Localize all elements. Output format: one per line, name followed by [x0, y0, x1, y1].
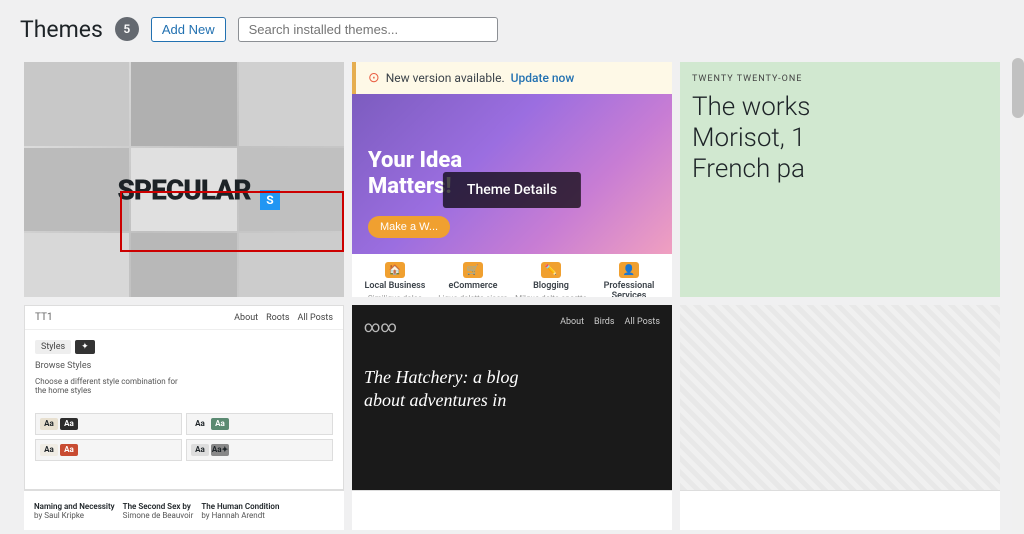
astra-icon-label-1: Local Business	[365, 281, 426, 291]
specular-cell	[24, 62, 129, 146]
tt1-sample-box: Aa	[60, 418, 78, 430]
tt1-header: TT1 About Roots All Posts	[25, 306, 343, 330]
theme-card-blank	[680, 305, 1000, 530]
hatchery-nav-birds: Birds	[594, 317, 614, 327]
twentyone-preview: TWENTY TWENTY-ONE The worksMorisot, 1Fre…	[680, 62, 1000, 297]
tt1-sample-row: Aa Aa	[191, 418, 328, 430]
tt1-styles-bar: Styles ✦	[35, 340, 333, 354]
astra-icon-label-4: Professional Services	[590, 281, 668, 297]
specular-cell	[131, 62, 236, 146]
tt1-post-title-2: The Second Sex by	[123, 502, 194, 511]
specular-s-badge: S	[260, 190, 280, 210]
twentyone-badge: TWENTY TWENTY-ONE	[692, 74, 988, 84]
tt1-post-author-2: Simone de Beauvoir	[123, 511, 194, 520]
theme-card-specular: SPECULAR S Active: Specular Customize	[24, 62, 344, 297]
tt1-sample-row: Aa Aa	[40, 444, 177, 456]
hatchery-nav-allposts: All Posts	[625, 317, 660, 327]
page-header: Themes 5 Add New	[0, 0, 1024, 58]
blogging-icon: ✏️	[541, 262, 561, 278]
astra-icon-label-3: Blogging	[533, 281, 569, 291]
tt1-post-2: The Second Sex by Simone de Beauvoir	[123, 502, 194, 520]
tt1-nav-roots: Roots	[266, 313, 289, 323]
astra-update-link[interactable]: Update now	[511, 71, 575, 85]
scrollbar-track[interactable]	[1012, 58, 1024, 534]
specular-cell	[239, 62, 344, 146]
tt1-theme-footer: Naming and Necessity by Saul Kripke The …	[24, 490, 344, 530]
tt1-styles-label: Browse Styles	[35, 360, 333, 373]
astra-icon-blogging: ✏️ Blogging Milque dolto sportte cc	[512, 262, 590, 297]
tt1-nav: About Roots All Posts	[234, 313, 333, 323]
ecommerce-icon: 🛒	[463, 262, 483, 278]
specular-cell	[24, 148, 129, 232]
tt1-desc-text: Choose a different style combination for…	[35, 377, 333, 395]
hatchery-footer	[352, 490, 672, 530]
specular-cell	[239, 233, 344, 297]
astra-icons-row: 🏠 Local Business Similique dolec dolore …	[352, 254, 672, 297]
astra-icon-label-2: eCommerce	[449, 281, 498, 291]
blank-footer	[680, 490, 1000, 530]
tt1-sample-box: Aa	[191, 444, 209, 456]
update-icon: ⊙	[368, 70, 380, 86]
tt1-sample-2: Aa Aa	[186, 413, 333, 435]
tt1-sample-box: Aa✦	[211, 444, 229, 456]
blank-preview	[680, 305, 1000, 490]
tt1-sample-box: Aa	[60, 444, 78, 456]
tt1-content: Styles ✦ Browse Styles Choose a differen…	[25, 330, 343, 405]
search-input[interactable]	[238, 17, 498, 42]
tt1-posts: Naming and Necessity by Saul Kripke The …	[34, 502, 279, 520]
tt1-preview: TT1 About Roots All Posts Styles ✦ Brows…	[24, 305, 344, 490]
tt1-nav-about: About	[234, 313, 258, 323]
specular-cell	[239, 148, 344, 232]
theme-card-astra: ⊙ New version available. Update now Your…	[352, 62, 672, 297]
theme-details-overlay[interactable]: Theme Details	[443, 172, 581, 208]
theme-card-tt1: TT1 About Roots All Posts Styles ✦ Brows…	[24, 305, 344, 530]
tt1-sample-box: Aa	[211, 418, 229, 430]
professional-icon: 👤	[619, 262, 639, 278]
tt1-samples-grid: Aa Aa Aa Aa Aa Aa	[25, 405, 343, 469]
tt1-style-tag: Styles	[35, 340, 71, 354]
theme-count-badge: 5	[115, 17, 139, 41]
astra-icon-local-business: 🏠 Local Business Similique dolec dolore	[356, 262, 434, 297]
hatchery-preview-text: The Hatchery: a blogabout adventures in	[364, 366, 660, 413]
tt1-post-author-1: by Saul Kripke	[34, 511, 115, 520]
twentyone-preview-text: The worksMorisot, 1French pa	[692, 92, 988, 186]
hatchery-nav: About Birds All Posts	[560, 317, 660, 327]
astra-icon-professional: 👤 Professional Services Milque dolto spo…	[590, 262, 668, 297]
tt1-post-title-1: Naming and Necessity	[34, 502, 115, 511]
tt1-nav-allposts: All Posts	[298, 313, 333, 323]
astra-update-text: New version available.	[386, 71, 505, 85]
theme-card-hatchery: ∞∞ About Birds All Posts The Hatchery: a…	[352, 305, 672, 530]
theme-card-twenty-twenty-one: TWENTY TWENTY-ONE The worksMorisot, 1Fre…	[680, 62, 1000, 297]
add-new-button[interactable]: Add New	[151, 17, 226, 42]
specular-preview-bg: SPECULAR S	[24, 62, 344, 297]
tt1-sample-row: Aa Aa	[40, 418, 177, 430]
page-title: Themes	[20, 16, 103, 43]
astra-preview: ⊙ New version available. Update now Your…	[352, 62, 672, 297]
tt1-sample-box: Aa	[191, 418, 209, 430]
tt1-post-author-3: by Hannah Arendt	[201, 511, 279, 520]
astra-cta-button[interactable]: Make a W...	[368, 216, 450, 238]
specular-cell	[24, 233, 129, 297]
themes-grid: SPECULAR S Active: Specular Customize ⊙ …	[0, 58, 1024, 534]
tt1-post-1: Naming and Necessity by Saul Kripke	[34, 502, 115, 520]
tt1-sample-4: Aa Aa✦	[186, 439, 333, 461]
hatchery-preview: ∞∞ About Birds All Posts The Hatchery: a…	[352, 305, 672, 490]
tt1-post-title-3: The Human Condition	[201, 502, 279, 511]
hatchery-nav-about: About	[560, 317, 584, 327]
tt1-sample-1: Aa Aa	[35, 413, 182, 435]
scrollbar-thumb[interactable]	[1012, 58, 1024, 118]
tt1-sample-box: Aa	[40, 418, 58, 430]
local-business-icon: 🏠	[385, 262, 405, 278]
astra-icon-ecommerce: 🛒 eCommerce Ligue delette cicero	[434, 262, 512, 297]
tt1-sample-box: Aa	[40, 444, 58, 456]
astra-update-banner: ⊙ New version available. Update now	[352, 62, 672, 94]
specular-logo-text: SPECULAR	[117, 173, 250, 206]
tt1-logo: TT1	[35, 312, 53, 323]
tt1-sample-3: Aa Aa	[35, 439, 182, 461]
specular-cell	[131, 233, 236, 297]
tt1-sample-row: Aa Aa✦	[191, 444, 328, 456]
tt1-post-3: The Human Condition by Hannah Arendt	[201, 502, 279, 520]
tt1-style-active: ✦	[75, 340, 95, 354]
